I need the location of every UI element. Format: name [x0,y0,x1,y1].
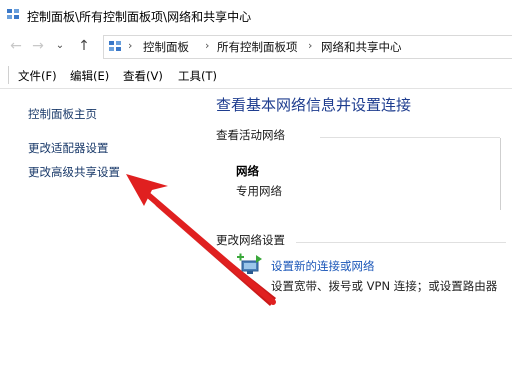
setup-connection-link[interactable]: 设置新的连接或网络 [271,258,375,274]
breadcrumb-separator: › [308,39,313,52]
title-bar: 控制面板\所有控制面板项\网络和共享中心 [0,0,512,30]
section-divider [500,138,501,210]
arrow-right-icon[interactable]: → [30,38,46,54]
menu-view[interactable]: 查看(V) [123,68,163,84]
sidebar-item-advanced-sharing[interactable]: 更改高级共享设置 [28,164,120,180]
arrow-left-icon[interactable]: ← [8,38,24,54]
sidebar-item-home[interactable]: 控制面板主页 [28,106,97,122]
breadcrumb-separator: › [205,39,210,52]
menu-edit[interactable]: 编辑(E) [70,68,109,84]
control-panel-icon [6,8,20,20]
menu-tools[interactable]: 工具(T) [178,68,217,84]
window-title: 控制面板\所有控制面板项\网络和共享中心 [27,10,252,24]
setup-connection-description: 设置宽带、拨号或 VPN 连接；或设置路由器 [271,279,498,293]
breadcrumb-all-items[interactable]: 所有控制面板项 [217,39,298,55]
breadcrumb-control-panel[interactable]: 控制面板 [143,39,189,55]
breadcrumb-network-center[interactable]: 网络和共享中心 [321,39,402,55]
sidebar-item-adapter-settings[interactable]: 更改适配器设置 [28,140,109,156]
network-name: 网络 [236,164,259,178]
menu-divider [8,66,9,84]
change-settings-label: 更改网络设置 [216,233,285,247]
control-panel-icon [109,41,121,51]
menu-file[interactable]: 文件(F) [18,68,57,84]
section-divider [296,242,506,243]
section-divider [320,137,500,138]
arrow-up-icon[interactable]: ↑ [76,38,92,54]
page-title: 查看基本网络信息并设置连接 [216,96,412,114]
network-type: 专用网络 [236,184,282,198]
active-networks-label: 查看活动网络 [216,128,285,142]
chevron-down-icon[interactable]: ⌄ [52,38,68,54]
network-setup-icon [237,253,262,274]
breadcrumb-separator: › [128,39,133,52]
